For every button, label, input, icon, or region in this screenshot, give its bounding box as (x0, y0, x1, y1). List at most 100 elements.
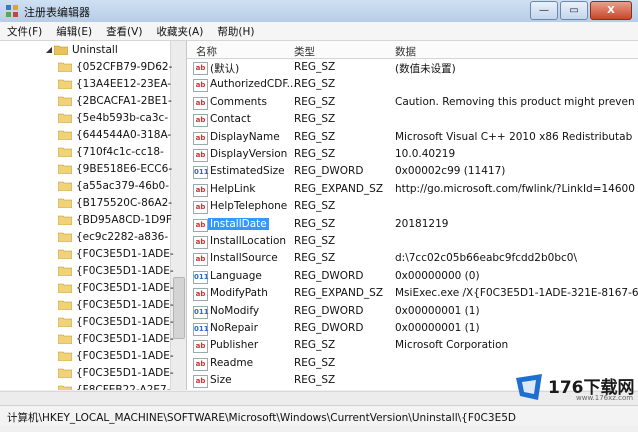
tree-node[interactable]: {F0C3E5D1-1ADE- (58, 245, 174, 262)
value-name[interactable]: ModifyPath (208, 287, 270, 299)
value-row[interactable]: ab Publisher REG_SZ Microsoft Corporation (187, 337, 638, 354)
string-value-icon: ab (193, 62, 208, 75)
value-data: d:\7cc02c05b66eabc9fcdd2b0bc0\ (395, 252, 577, 265)
tree-node[interactable]: {B175520C-86A2- (58, 194, 172, 211)
menu-file[interactable]: 文件(F) (0, 22, 49, 40)
string-value-icon: ab (193, 218, 208, 232)
tree-node[interactable]: {F0C3E5D1-1ADE- (58, 296, 174, 313)
value-name[interactable]: Publisher (208, 339, 260, 351)
tree-scrollbar-thumb[interactable] (173, 277, 185, 339)
tree-node-label: {2BCACFA1-2BE1- (76, 94, 172, 107)
string-value-icon: ab (193, 357, 208, 371)
tree-node[interactable]: {5e4b593b-ca3c- (58, 109, 168, 126)
value-name[interactable]: InstallLocation (208, 235, 288, 247)
value-name[interactable]: InstallDate (208, 217, 269, 230)
tree-node[interactable]: {052CFB79-9D62- (58, 58, 172, 75)
value-row[interactable]: ab ModifyPath REG_EXPAND_SZ MsiExec.exe /X{… (187, 285, 638, 302)
value-row[interactable]: 011 Language REG_DWORD 0x00000000 (0) (187, 268, 638, 285)
string-value-icon: ab (193, 236, 208, 249)
tree-node-label: {F0C3E5D1-1ADE- (76, 349, 174, 362)
value-name[interactable]: AuthorizedCDF... (208, 78, 299, 90)
value-name[interactable]: Size (208, 374, 234, 386)
tree-node[interactable]: {F0C3E5D1-1ADE- (58, 262, 174, 279)
folder-icon (58, 96, 72, 106)
menu-help[interactable]: 帮助(H) (210, 22, 261, 40)
value-name[interactable]: DisplayVersion (208, 148, 289, 160)
value-row[interactable]: ab HelpTelephone REG_SZ (187, 198, 638, 215)
tree-node[interactable]: {ec9c2282-a836- (58, 228, 168, 245)
column-name[interactable]: 名称 (196, 44, 217, 59)
string-value-icon: ab (193, 96, 208, 110)
folder-icon (58, 130, 72, 140)
tree-node[interactable]: {13A4EE12-23EA- (58, 75, 171, 92)
value-name[interactable]: Comments (208, 96, 269, 108)
tree-node[interactable]: {9BE518E6-ECC6- (58, 160, 172, 177)
registry-tree[interactable]: ◢ Uninstall {052CFB79-9D62- {13A4EE12-23E… (0, 41, 187, 390)
string-value-icon: ab (193, 201, 208, 215)
value-type: REG_SZ (294, 200, 336, 213)
tree-node-label: {710f4c1c-cc18- (76, 145, 164, 158)
menu-view[interactable]: 查看(V) (99, 22, 149, 40)
tree-node[interactable]: {F8CFEB22-A2E7- (58, 381, 171, 390)
tree-node[interactable]: {2BCACFA1-2BE1- (58, 92, 172, 109)
tree-node[interactable]: {710f4c1c-cc18- (58, 143, 164, 160)
value-name[interactable]: (默认) (208, 61, 241, 76)
value-row[interactable]: ab InstallLocation REG_SZ (187, 233, 638, 250)
tree-node[interactable]: {F0C3E5D1-1ADE- (58, 279, 174, 296)
folder-icon (58, 181, 72, 191)
value-name[interactable]: NoModify (208, 305, 261, 317)
tree-node[interactable]: {F0C3E5D1-1ADE- (58, 347, 174, 364)
column-type[interactable]: 类型 (294, 44, 315, 59)
value-row[interactable]: ab DisplayVersion REG_SZ 10.0.40219 (187, 146, 638, 163)
value-name[interactable]: EstimatedSize (208, 165, 287, 177)
value-name[interactable]: HelpLink (208, 183, 257, 195)
maximize-button[interactable]: ▭ (560, 1, 588, 20)
tree-node[interactable]: {644544A0-318A- (58, 126, 171, 143)
tree-node-label: {13A4EE12-23EA- (76, 77, 172, 90)
tree-node[interactable]: {F0C3E5D1-1ADE- (58, 330, 174, 347)
menu-edit[interactable]: 编辑(E) (49, 22, 99, 40)
value-data: 0x00000000 (0) (395, 269, 480, 282)
values-list[interactable]: ab (默认) REG_SZ (数值未设置) ab AuthorizedCDF... REG… (187, 59, 638, 390)
string-value-icon: ab (193, 375, 208, 389)
tree-node[interactable]: {F0C3E5D1-1ADE- (58, 313, 174, 330)
value-name[interactable]: Readme (208, 357, 255, 369)
value-row[interactable]: ab InstallSource REG_SZ d:\7cc02c05b66eabc9… (187, 250, 638, 267)
minimize-button[interactable]: — (530, 1, 558, 20)
folder-open-icon (54, 45, 68, 55)
tree-node-label: {F0C3E5D1-1ADE- (76, 298, 174, 311)
value-type: REG_DWORD (294, 322, 364, 334)
value-data: Caution. Removing this product might pre… (395, 95, 635, 108)
value-row[interactable]: 011 NoRepair REG_DWORD 0x00000001 (1) (187, 320, 638, 337)
value-row[interactable]: ab DisplayName REG_SZ Microsoft Visual C++ … (187, 129, 638, 146)
column-data[interactable]: 数据 (395, 44, 416, 59)
tree-node[interactable]: {BD95A8CD-1D9F (58, 211, 172, 228)
close-button[interactable]: X (590, 1, 632, 20)
value-row[interactable]: ab Comments REG_SZ Caution. Removing this p… (187, 94, 638, 111)
folder-icon (58, 198, 72, 208)
value-name[interactable]: HelpTelephone (208, 200, 289, 212)
menu-favorites[interactable]: 收藏夹(A) (149, 22, 210, 40)
value-name[interactable]: DisplayName (208, 131, 282, 143)
value-data: (数值未设置) (395, 63, 456, 75)
value-name[interactable]: InstallSource (208, 252, 280, 264)
value-row[interactable]: ab (默认) REG_SZ (数值未设置) (187, 59, 638, 76)
string-value-icon: ab (193, 79, 208, 93)
value-name[interactable]: Contact (208, 113, 253, 125)
value-name[interactable]: NoRepair (208, 322, 260, 334)
string-value-icon: ab (193, 253, 208, 267)
value-row[interactable]: 011 EstimatedSize REG_DWORD 0x00002c99 (114… (187, 163, 638, 180)
value-row[interactable]: 011 NoModify REG_DWORD 0x00000001 (1) (187, 303, 638, 320)
folder-icon (58, 147, 72, 157)
value-data: http://go.microsoft.com/fwlink/?LinkId=1… (395, 182, 635, 195)
value-row[interactable]: ab InstallDate REG_SZ 20181219 (187, 216, 638, 233)
value-name[interactable]: Language (208, 270, 264, 282)
tree-node[interactable]: {F0C3E5D1-1ADE- (58, 364, 174, 381)
tree-node-label: {F0C3E5D1-1ADE- (76, 366, 174, 379)
value-row[interactable]: ab HelpLink REG_EXPAND_SZ http://go.microso… (187, 181, 638, 198)
value-row[interactable]: ab AuthorizedCDF... REG_SZ (187, 76, 638, 93)
value-row[interactable]: ab Contact REG_SZ (187, 111, 638, 128)
tree-node-uninstall[interactable]: ◢ Uninstall (44, 41, 118, 58)
collapse-arrow-icon[interactable]: ◢ (44, 45, 54, 54)
tree-node[interactable]: {a55ac379-46b0- (58, 177, 169, 194)
